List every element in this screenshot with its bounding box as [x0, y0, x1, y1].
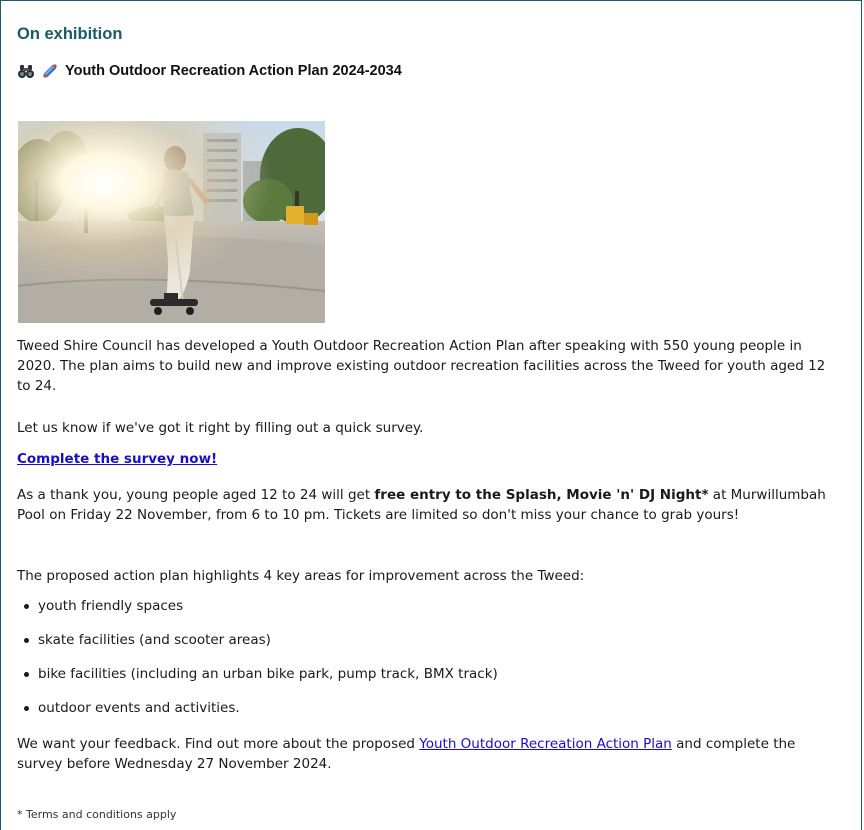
hero-image	[18, 121, 325, 323]
list-item-text: skate facilities (and scooter areas)	[38, 632, 271, 648]
list-item-text: outdoor events and activities.	[38, 700, 240, 716]
bullet-icon	[24, 672, 29, 677]
bullet-icon	[24, 604, 29, 609]
list-item: bike facilities (including an urban bike…	[17, 656, 837, 690]
intro-paragraph: Tweed Shire Council has developed a Yout…	[17, 338, 826, 394]
thank-you-paragraph: As a thank you, young people aged 12 to …	[17, 485, 837, 525]
list-item: skate facilities (and scooter areas)	[17, 622, 837, 656]
list-item: youth friendly spaces	[17, 588, 837, 622]
list-item-text: youth friendly spaces	[38, 598, 184, 614]
plan-heading: Youth Outdoor Recreation Action Plan 202…	[17, 63, 402, 79]
bullet-icon	[24, 638, 29, 643]
key-areas-list: youth friendly spaces skate facilities (…	[17, 588, 837, 724]
action-plan-link[interactable]: Youth Outdoor Recreation Action Plan	[419, 736, 672, 752]
thank-you-text-start: As a thank you, young people aged 12 to …	[17, 487, 375, 503]
section-title: On exhibition	[17, 25, 123, 43]
list-item-text: bike facilities (including an urban bike…	[38, 666, 498, 682]
areas-intro: The proposed action plan highlights 4 ke…	[17, 568, 585, 584]
free-entry-highlight: free entry to the Splash, Movie 'n' DJ N…	[374, 487, 709, 503]
feedback-text-start: We want your feedback. Find out more abo…	[17, 736, 420, 752]
terms-note: * Terms and conditions apply	[17, 808, 177, 821]
list-item: outdoor events and activities.	[17, 690, 837, 724]
binoculars-icon	[17, 63, 35, 79]
feedback-paragraph: We want your feedback. Find out more abo…	[17, 734, 837, 774]
skateboard-icon	[41, 63, 59, 79]
complete-survey-link[interactable]: Complete the survey now!	[17, 451, 217, 467]
survey-prompt: Let us know if we've got it right by fil…	[17, 420, 424, 436]
plan-title: Youth Outdoor Recreation Action Plan 202…	[65, 63, 402, 79]
bullet-icon	[24, 706, 29, 711]
